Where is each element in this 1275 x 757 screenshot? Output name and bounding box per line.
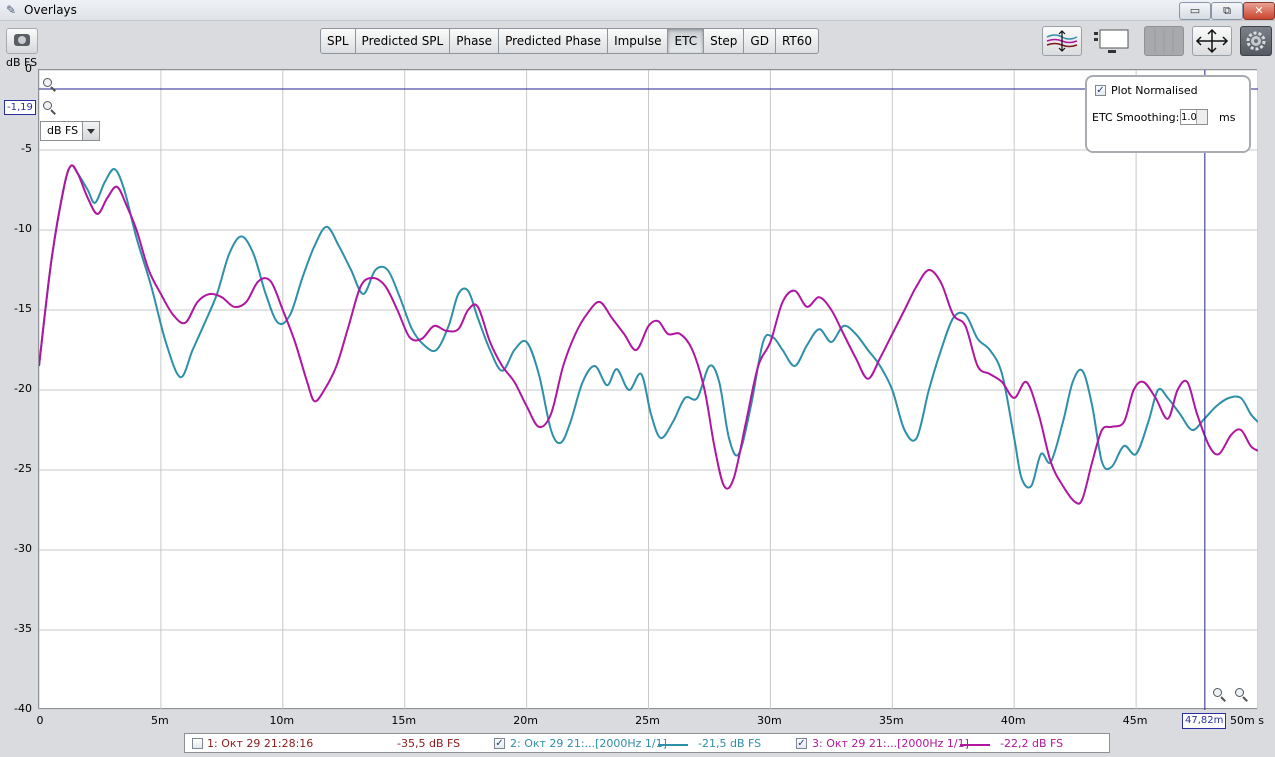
tab-predicted-spl[interactable]: Predicted SPL <box>356 29 451 53</box>
window-titlebar: ✎ Overlays ▭ ⧉ ✕ <box>0 0 1275 21</box>
tab-etc[interactable]: ETC <box>668 29 705 53</box>
x-tick-label: 35m <box>878 714 904 727</box>
move-button[interactable] <box>1192 26 1232 56</box>
legend-checkbox-1[interactable] <box>192 738 203 749</box>
legend-swatch-2 <box>658 744 688 746</box>
x-tick-label: 50m s <box>1230 714 1264 727</box>
capture-button[interactable] <box>6 28 38 54</box>
legend-bar: 1: Окт 29 21:28:16 -35,5 dB FS ✓ 2: Окт … <box>184 733 1110 753</box>
y-tick-label: -10 <box>14 222 32 235</box>
overlay-adjust-button[interactable] <box>1042 26 1082 56</box>
close-button[interactable]: ✕ <box>1243 2 1275 20</box>
minimize-icon: ▭ <box>1189 4 1201 17</box>
etc-smoothing-label: ETC Smoothing: <box>1092 111 1180 124</box>
controls-panel-icon <box>1094 29 1129 53</box>
settings-button[interactable] <box>1240 26 1272 56</box>
restore-icon: ⧉ <box>1223 4 1231 17</box>
plot-area[interactable] <box>38 69 1258 710</box>
controls-panel-button[interactable] <box>1092 26 1130 54</box>
minimize-button[interactable]: ▭ <box>1179 2 1211 20</box>
legend-swatch-3 <box>960 744 990 746</box>
legend-name-1: 1: Окт 29 21:28:16 <box>207 737 314 750</box>
legend-value-3: -22,2 dB FS <box>1000 737 1064 750</box>
y-zoom-in-icon[interactable] <box>43 78 57 92</box>
x-tick-label: 15m <box>391 714 417 727</box>
y-tick-label: 0 <box>25 62 32 75</box>
x-tick-label: 25m <box>635 714 660 727</box>
y-tick-label: -5 <box>21 142 32 155</box>
y-tick-label: -30 <box>14 542 32 555</box>
grid-toggle-icon <box>1154 29 1174 53</box>
tab-predicted-phase[interactable]: Predicted Phase <box>499 29 609 53</box>
grid-toggle-button[interactable] <box>1144 26 1184 56</box>
x-tick-label: 0 <box>36 714 44 727</box>
legend-name-2: 2: Окт 29 21:...[2000Hz 1/1] <box>510 737 667 750</box>
x-tick-label: 20m <box>513 714 538 727</box>
window-title: Overlays <box>24 3 77 17</box>
tab-rt60[interactable]: RT60 <box>776 29 818 53</box>
x-zoom-in-icon[interactable] <box>1235 688 1249 702</box>
etc-smoothing-value: 1.0 <box>1181 112 1197 123</box>
y-zoom-out-icon[interactable] <box>43 101 57 115</box>
legend-name-3: 3: Окт 29 21:...[2000Hz 1/1] <box>812 737 969 750</box>
y-unit-select-value: dB FS <box>47 124 79 137</box>
cursor-x-readout: 47,82m <box>1182 713 1227 729</box>
x-tick-label: 30m <box>757 714 782 727</box>
plot-normalised-checkbox[interactable]: ✓ <box>1095 85 1106 96</box>
y-tick-label: -25 <box>14 462 32 475</box>
graph-type-tabs: SPL Predicted SPL Phase Predicted Phase Impu… <box>320 28 820 54</box>
legend-checkbox-2[interactable]: ✓ <box>494 738 505 749</box>
tab-phase[interactable]: Phase <box>450 29 500 53</box>
x-zoom-out-icon[interactable] <box>1213 688 1227 702</box>
settings-gear-icon <box>1246 31 1266 51</box>
etc-options-panel: ✓ Plot Normalised ETC Smoothing: 1.0 ms <box>1085 75 1251 153</box>
cursor-y-readout: -1,19 <box>4 100 36 115</box>
tab-spl[interactable]: SPL <box>321 29 356 53</box>
y-unit-select[interactable]: dB FS <box>40 121 100 141</box>
legend-checkbox-3[interactable]: ✓ <box>796 738 807 749</box>
legend-value-2: -21,5 dB FS <box>698 737 762 750</box>
x-tick-label: 45m <box>1122 714 1148 727</box>
tab-impulse[interactable]: Impulse <box>608 29 669 53</box>
plot-normalised-label: Plot Normalised <box>1111 84 1198 97</box>
camera-icon <box>14 34 30 46</box>
app-icon: ✎ <box>5 3 17 17</box>
spinner-arrows-icon[interactable] <box>1196 110 1207 124</box>
move-arrows-icon <box>1195 28 1229 54</box>
y-tick-label: -15 <box>14 302 32 315</box>
y-tick-label: -20 <box>14 382 32 395</box>
restore-button[interactable]: ⧉ <box>1211 2 1243 20</box>
x-tick-label: 10m <box>269 714 295 727</box>
close-icon: ✕ <box>1254 4 1264 17</box>
x-tick-label: 5m <box>151 714 169 727</box>
etc-smoothing-unit: ms <box>1219 111 1236 124</box>
y-tick-label: -35 <box>14 622 32 635</box>
etc-chart <box>39 70 1258 710</box>
y-tick-label: -40 <box>14 702 32 715</box>
x-tick-label: 40m <box>1000 714 1026 727</box>
tab-step[interactable]: Step <box>704 29 745 53</box>
tab-gd[interactable]: GD <box>744 29 776 53</box>
legend-value-1: -35,5 dB FS <box>397 737 461 750</box>
overlay-adjust-icon <box>1046 30 1078 52</box>
etc-smoothing-spinner[interactable]: 1.0 <box>1180 109 1208 125</box>
chevron-down-icon[interactable] <box>82 122 99 140</box>
